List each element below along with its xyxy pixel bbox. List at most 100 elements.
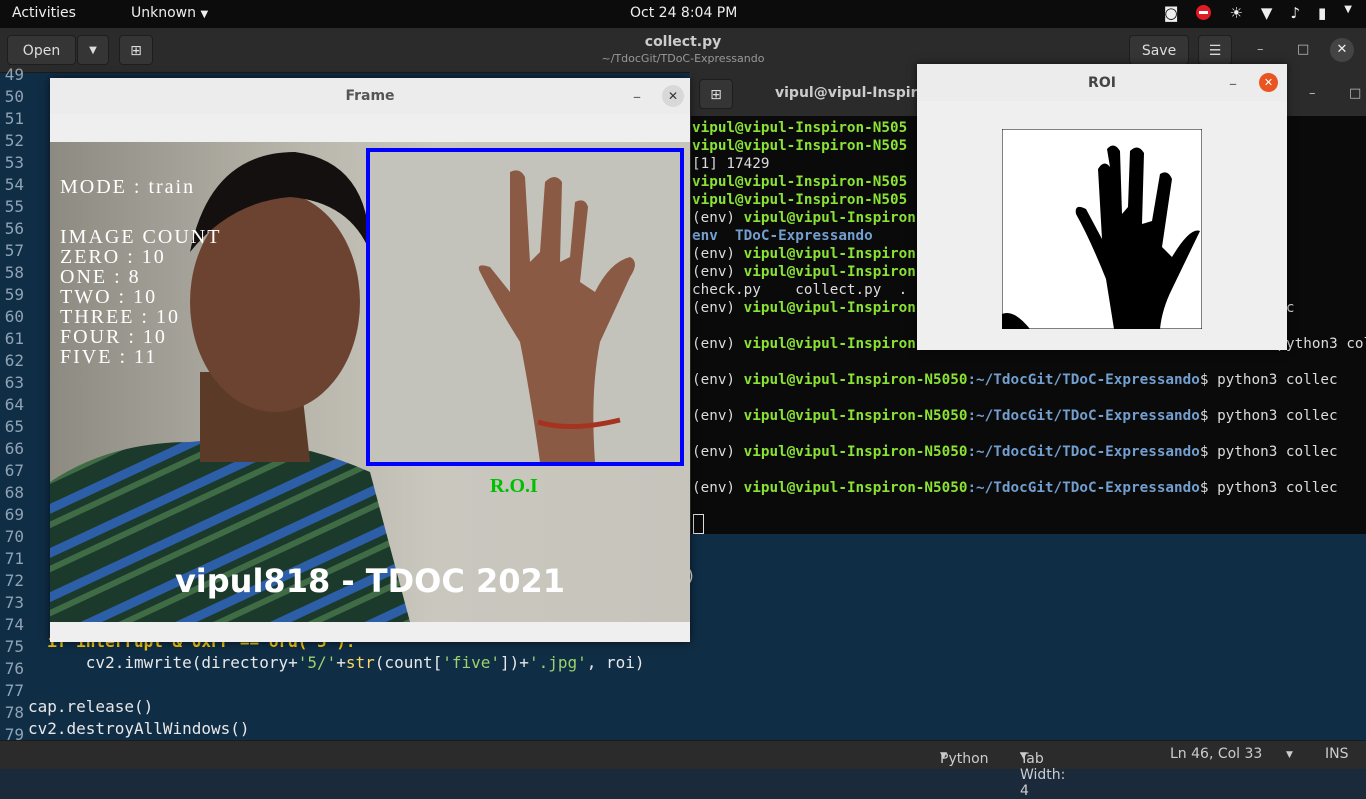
terminal-line: env TDoC-Expressando bbox=[692, 228, 873, 244]
line-number: 56 bbox=[4, 219, 24, 238]
maximize-icon[interactable]: □ bbox=[1349, 86, 1361, 101]
system-top-bar: Activities Unknown ▼ Oct 24 8:04 PM ◙ ☀ … bbox=[0, 0, 1366, 28]
terminal-title: vipul@vipul-Inspiron bbox=[775, 85, 938, 101]
terminal-user: vipul@vipul-Inspiron-N505 bbox=[692, 192, 908, 208]
hamburger-menu-button[interactable]: ☰ bbox=[1198, 35, 1232, 65]
app-menu-label: Unknown bbox=[131, 5, 196, 21]
terminal-cursor bbox=[693, 514, 704, 534]
terminal-user: vipul@vipul-Inspiron bbox=[743, 300, 916, 316]
status-bar: Python ▼ Tab Width: 4 ▼ Ln 46, Col 33 ▼ … bbox=[0, 740, 1366, 799]
terminal-line: vipul@vipul-Inspiron-N505 bbox=[692, 174, 907, 190]
count-item: FIVE : 11 bbox=[60, 346, 158, 368]
line-number: 61 bbox=[4, 329, 24, 348]
line-number: 66 bbox=[4, 439, 24, 458]
line-number: 76 bbox=[4, 659, 24, 678]
roi-titlebar: ROI – ✕ bbox=[917, 64, 1287, 101]
clock[interactable]: Oct 24 8:04 PM bbox=[630, 5, 737, 21]
close-icon[interactable]: ✕ bbox=[662, 85, 684, 107]
code-text: '.jpg' bbox=[528, 653, 587, 672]
line-number: 54 bbox=[4, 175, 24, 194]
camera-image bbox=[50, 148, 684, 622]
terminal-text: (env) bbox=[692, 408, 744, 424]
terminal-text: (env) bbox=[692, 300, 744, 316]
frame-title: Frame bbox=[345, 88, 395, 104]
cursor-position[interactable]: Ln 46, Col 33 bbox=[1170, 746, 1262, 762]
code-line-78: cap.release() bbox=[28, 697, 154, 716]
line-number: 52 bbox=[4, 131, 24, 150]
code-text: , roi) bbox=[586, 653, 645, 672]
code-text: (count[ bbox=[374, 653, 443, 672]
language-label: Python bbox=[940, 751, 989, 767]
frame-titlebar: Frame – ✕ bbox=[50, 78, 690, 114]
line-number: 59 bbox=[4, 285, 24, 304]
terminal-line: (env) vipul@vipul-Inspiron-N5050:~/TdocG… bbox=[692, 444, 1338, 460]
line-number: 55 bbox=[4, 197, 24, 216]
battery-icon[interactable]: ▮ bbox=[1318, 4, 1326, 23]
roi-window[interactable]: ROI – ✕ bbox=[917, 64, 1287, 350]
terminal-text: $ python3 collec bbox=[1199, 408, 1338, 424]
system-tray[interactable]: ◙ ☀ ▼ ♪ ▮ ▼ bbox=[1164, 4, 1352, 23]
frame-window[interactable]: Frame – ✕ MODE : train IMAGE COUNT ZERO … bbox=[50, 78, 690, 642]
terminal-user: vipul@vipul-Inspiron-N5050 bbox=[743, 480, 968, 496]
terminal-line: [1] 17429 bbox=[692, 156, 769, 172]
wifi-icon[interactable]: ▼ bbox=[1261, 4, 1273, 23]
line-number: 51 bbox=[4, 109, 24, 128]
line-number: 58 bbox=[4, 263, 24, 282]
camera-feed: MODE : train IMAGE COUNT ZERO : 10 ONE : … bbox=[50, 142, 690, 622]
line-number: 75 bbox=[4, 637, 24, 656]
maximize-icon[interactable]: □ bbox=[1297, 42, 1309, 57]
line-number: 69 bbox=[4, 505, 24, 524]
save-button[interactable]: Save bbox=[1129, 35, 1189, 65]
minimize-icon[interactable]: – bbox=[633, 87, 641, 106]
terminal-user: vipul@vipul-Inspiron bbox=[743, 264, 916, 280]
minimize-icon[interactable]: – bbox=[1309, 86, 1316, 101]
close-icon[interactable]: ✕ bbox=[1259, 73, 1278, 92]
terminal-user: vipul@vipul-Inspiron-N505 bbox=[692, 174, 908, 190]
line-number: 65 bbox=[4, 417, 24, 436]
terminal-line: (env) vipul@vipul-Inspiron-N5050:~/TdocG… bbox=[692, 480, 1338, 496]
terminal-user: vipul@vipul-Inspiron-N5050 bbox=[743, 444, 968, 460]
activities-button[interactable]: Activities bbox=[12, 5, 76, 21]
line-number: 49 bbox=[4, 65, 24, 84]
roi-mask-image bbox=[1002, 129, 1202, 329]
minimize-icon[interactable]: – bbox=[1229, 74, 1237, 93]
code-text: ])+ bbox=[500, 653, 529, 672]
menu-icon: ☰ bbox=[1208, 43, 1222, 59]
brightness-icon[interactable]: ☀ bbox=[1229, 4, 1242, 23]
chevron-down-icon[interactable]: ▼ bbox=[1286, 750, 1293, 760]
line-number: 73 bbox=[4, 593, 24, 612]
line-number: 64 bbox=[4, 395, 24, 414]
power-menu-icon[interactable]: ▼ bbox=[1344, 4, 1352, 23]
code-text: + bbox=[336, 653, 346, 672]
terminal-user: vipul@vipul-Inspiron-N505 bbox=[692, 120, 908, 136]
terminal-text: (env) bbox=[692, 264, 744, 280]
mode-text: MODE : train bbox=[60, 176, 196, 198]
terminal-user: vipul@vipul-Inspiron bbox=[743, 210, 916, 226]
terminal-line: check.py collect.py . bbox=[692, 282, 907, 298]
roi-label: R.O.I bbox=[490, 475, 538, 497]
watermark-text: vipul818 - TDOC 2021 bbox=[174, 562, 566, 600]
terminal-text: [1] 17429 bbox=[692, 156, 770, 172]
terminal-user: vipul@vipul-Inspiron-N5050 bbox=[743, 372, 968, 388]
volume-icon[interactable]: ♪ bbox=[1290, 4, 1300, 23]
code-text: '5/' bbox=[297, 653, 337, 672]
new-terminal-tab-button[interactable]: ⊞ bbox=[699, 79, 733, 109]
minimize-icon[interactable]: – bbox=[1257, 42, 1264, 57]
do-not-disturb-icon[interactable] bbox=[1196, 4, 1212, 23]
code-text: 'five' bbox=[442, 653, 501, 672]
code-line-79: cv2.destroyAllWindows() bbox=[28, 719, 250, 738]
terminal-text: (env) bbox=[692, 246, 744, 262]
close-icon[interactable]: ✕ bbox=[1330, 38, 1354, 62]
chevron-down-icon: ▼ bbox=[940, 751, 947, 761]
line-number: 60 bbox=[4, 307, 24, 326]
terminal-user: vipul@vipul-Inspiron-N505 bbox=[692, 138, 908, 154]
terminal-path: :~/TdocGit/TDoC-Expressando bbox=[967, 372, 1200, 388]
discord-icon[interactable]: ◙ bbox=[1164, 4, 1179, 23]
line-number: 62 bbox=[4, 351, 24, 370]
line-number: 74 bbox=[4, 615, 24, 634]
insert-mode-indicator: INS bbox=[1325, 746, 1349, 762]
terminal-line: vipul@vipul-Inspiron-N505 bbox=[692, 192, 907, 208]
terminal-user: vipul@vipul-Inspiron bbox=[743, 246, 916, 262]
line-number: 57 bbox=[4, 241, 24, 260]
app-menu[interactable]: Unknown ▼ bbox=[131, 5, 208, 21]
